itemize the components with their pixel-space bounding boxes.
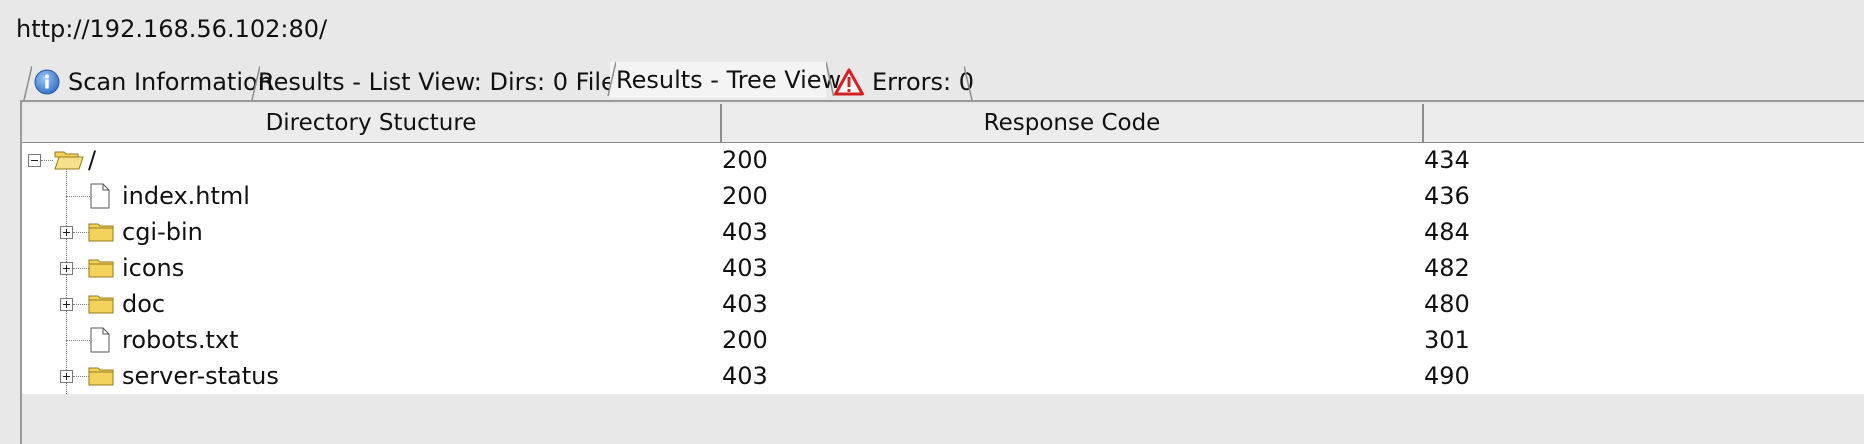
column-header-response-code[interactable]: Response Code: [722, 104, 1424, 142]
table-row[interactable]: server-status 403 490: [22, 358, 1864, 394]
column-header-size[interactable]: [1424, 104, 1864, 142]
collapse-icon[interactable]: [28, 154, 41, 167]
tree-view-panel: Directory Stucture Response Code / 200 4…: [20, 100, 1864, 444]
expand-icon[interactable]: [60, 226, 73, 239]
size-value: 301: [1424, 326, 1470, 354]
tree-node-label: index.html: [122, 182, 250, 210]
results-tree-table[interactable]: Directory Stucture Response Code / 200 4…: [22, 104, 1864, 394]
tab-errors[interactable]: Errors: 0: [828, 64, 974, 100]
folder-icon: [88, 358, 114, 394]
tab-results-list-view[interactable]: Results - List View: Dirs: 0 Files: 2: [251, 64, 659, 100]
response-code: 200: [722, 146, 768, 174]
table-row[interactable]: icons 403 482: [22, 250, 1864, 286]
folder-icon: [88, 214, 114, 250]
expand-icon[interactable]: [60, 370, 73, 383]
tab-results-tree-view[interactable]: Results - Tree View: [607, 62, 841, 98]
tab-label: Results - Tree View: [616, 66, 842, 94]
tab-scan-information[interactable]: Scan Information: [22, 64, 273, 100]
tree-node-label: cgi-bin: [122, 218, 203, 246]
table-row[interactable]: doc 403 480: [22, 286, 1864, 322]
size-value: 436: [1424, 182, 1470, 210]
tree-node-label: robots.txt: [122, 326, 239, 354]
folder-icon: [88, 250, 114, 286]
size-value: 490: [1424, 362, 1470, 390]
response-code: 200: [722, 182, 768, 210]
table-row[interactable]: index.html 200 436: [22, 178, 1864, 214]
response-code: 403: [722, 290, 768, 318]
table-row[interactable]: cgi-bin 403 484: [22, 214, 1864, 250]
file-icon: [90, 322, 110, 358]
folder-icon: [88, 286, 114, 322]
table-row[interactable]: robots.txt 200 301: [22, 322, 1864, 358]
response-code: 403: [722, 218, 768, 246]
folder-open-icon: [54, 142, 84, 178]
table-row[interactable]: / 200 434: [22, 142, 1864, 178]
size-value: 484: [1424, 218, 1470, 246]
target-url: http://192.168.56.102:80/: [16, 15, 328, 43]
response-code: 403: [722, 362, 768, 390]
response-code: 403: [722, 254, 768, 282]
tree-node-label: icons: [122, 254, 185, 282]
tree-node-label: doc: [122, 290, 166, 318]
column-header-directory[interactable]: Directory Stucture: [22, 104, 722, 142]
expand-icon[interactable]: [60, 262, 73, 275]
size-value: 480: [1424, 290, 1470, 318]
info-icon: [34, 69, 60, 95]
results-tabs: Scan Information Results - List View: Di…: [20, 62, 1864, 100]
expand-icon[interactable]: [60, 298, 73, 311]
tree-node-label: server-status: [122, 362, 279, 390]
response-code: 200: [722, 326, 768, 354]
table-header: Directory Stucture Response Code: [22, 104, 1864, 143]
tab-label: Scan Information: [68, 68, 273, 96]
tab-label: Results - List View: Dirs: 0 Files: 2: [258, 68, 660, 96]
warning-icon: [834, 68, 864, 96]
tab-label: Errors: 0: [872, 68, 974, 96]
size-value: 482: [1424, 254, 1470, 282]
size-value: 434: [1424, 146, 1470, 174]
tree-node-label: /: [88, 146, 97, 174]
file-icon: [90, 178, 110, 214]
